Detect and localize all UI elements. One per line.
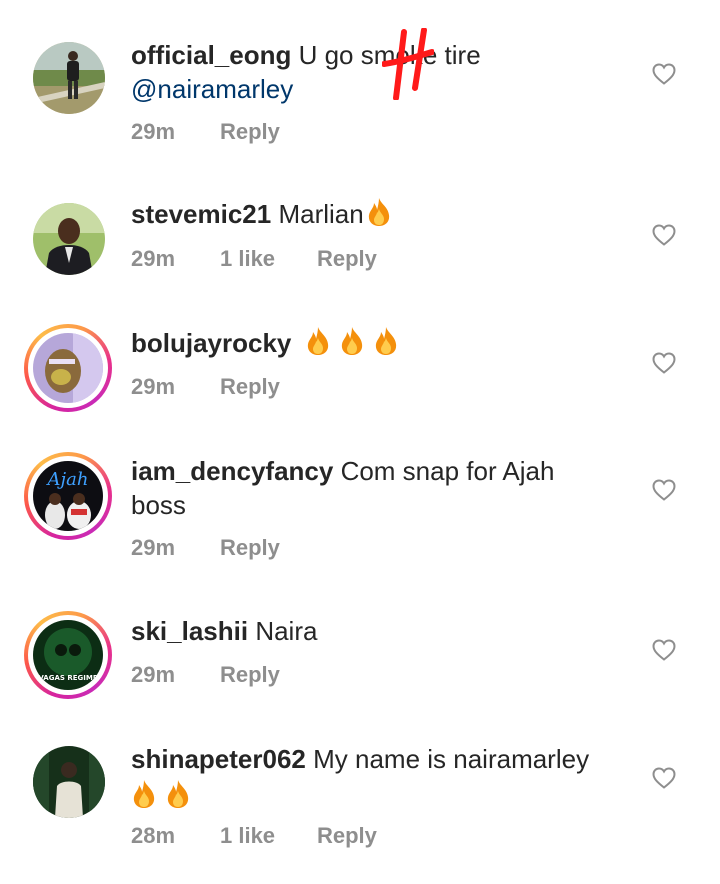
avatar-story-ring[interactable]: VAGAS REGIME — [24, 611, 112, 699]
comment-text: My name is nairamarley — [313, 744, 590, 774]
avatar-image — [33, 333, 103, 403]
heart-outline-icon[interactable] — [652, 224, 676, 246]
fire-emoji-icon — [339, 326, 365, 356]
comment-text: Marlian — [278, 199, 364, 229]
reply-button[interactable]: Reply — [220, 374, 280, 400]
heart-outline-icon[interactable] — [652, 63, 676, 85]
comment-mention[interactable]: @nairamarley — [131, 74, 293, 104]
reply-button[interactable]: Reply — [220, 535, 280, 561]
fire-emoji-icon — [131, 779, 157, 809]
comment-text: Com snap for Ajah — [340, 456, 555, 486]
avatar-text: Ajah — [46, 469, 89, 490]
comment-time: 29m — [131, 374, 176, 399]
comment-time: 28m — [131, 823, 176, 848]
heart-outline-icon[interactable] — [652, 479, 676, 501]
like-count[interactable]: 1 like — [220, 246, 275, 272]
heart-outline-icon[interactable] — [652, 767, 676, 789]
avatar-story-ring[interactable]: Ajah — [24, 452, 112, 540]
avatar-story-ring[interactable] — [24, 324, 112, 412]
reply-button[interactable]: Reply — [317, 823, 377, 849]
fire-emoji-icon — [305, 326, 331, 356]
comment-username[interactable]: ski_lashii — [131, 616, 248, 646]
comment-text: Naira — [255, 616, 318, 646]
avatar-text: VAGAS REGIME — [38, 674, 97, 682]
avatar: VAGAS REGIME — [33, 620, 103, 690]
fire-emoji-icon — [366, 197, 392, 227]
avatar-image: Ajah — [33, 461, 103, 531]
avatar[interactable] — [33, 42, 105, 114]
comment-time: 29m — [131, 535, 176, 560]
avatar-image: VAGAS REGIME — [33, 620, 103, 690]
fire-emoji-icon — [373, 326, 399, 356]
avatar[interactable] — [33, 203, 105, 275]
avatar-image — [33, 42, 105, 114]
reply-button[interactable]: Reply — [220, 662, 280, 688]
avatar-image — [33, 203, 105, 275]
comment-username[interactable]: stevemic21 — [131, 199, 271, 229]
heart-outline-icon[interactable] — [652, 639, 676, 661]
comment-text-continued: boss — [131, 490, 186, 520]
like-count[interactable]: 1 like — [220, 823, 275, 849]
comment-username[interactable]: bolujayrocky — [131, 328, 291, 358]
fire-emoji-icon — [165, 779, 191, 809]
heart-outline-icon[interactable] — [652, 352, 676, 374]
reply-button[interactable]: Reply — [220, 119, 280, 145]
comment-username[interactable]: shinapeter062 — [131, 744, 306, 774]
avatar — [33, 333, 103, 403]
avatar[interactable] — [33, 746, 105, 818]
scribble-mark — [382, 28, 434, 100]
comment-time: 29m — [131, 246, 176, 271]
comment-username[interactable]: iam_dencyfancy — [131, 456, 333, 486]
avatar-image — [33, 746, 105, 818]
reply-button[interactable]: Reply — [317, 246, 377, 272]
comment-username[interactable]: official_eong — [131, 40, 291, 70]
comment-time: 29m — [131, 119, 176, 144]
avatar: Ajah — [33, 461, 103, 531]
comment-time: 29m — [131, 662, 176, 687]
